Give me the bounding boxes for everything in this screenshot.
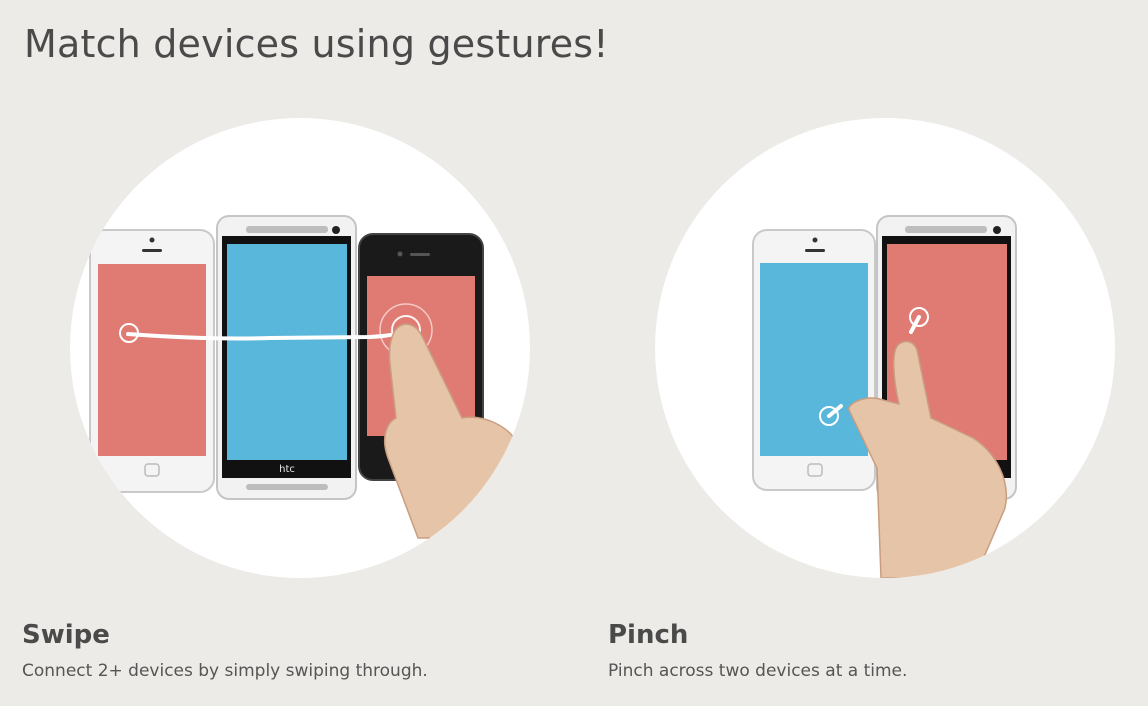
pinch-illustration: [655, 118, 1115, 578]
swipe-illustration: htc: [70, 118, 530, 578]
htc-brand-label: htc: [279, 464, 295, 475]
iphone-white-device: [89, 229, 215, 493]
pinch-illustration-art: [752, 215, 1017, 578]
pinch-title: Pinch: [608, 620, 689, 650]
swipe-description: Connect 2+ devices by simply swiping thr…: [22, 661, 428, 681]
iphone-screen-left: [98, 264, 206, 456]
swipe-feature: htc Swipe Connect 2+ devices by simply s…: [0, 0, 574, 706]
iphone-white-device: [752, 229, 876, 491]
swipe-illustration-art: htc: [89, 215, 521, 539]
htc-device: htc: [216, 215, 357, 500]
pinch-feature: Pinch Pinch across two devices at a time…: [574, 0, 1148, 706]
iphone-screen: [760, 263, 868, 456]
htc-screen: [227, 244, 347, 460]
pinch-description: Pinch across two devices at a time.: [608, 661, 908, 681]
swipe-title: Swipe: [22, 620, 110, 650]
